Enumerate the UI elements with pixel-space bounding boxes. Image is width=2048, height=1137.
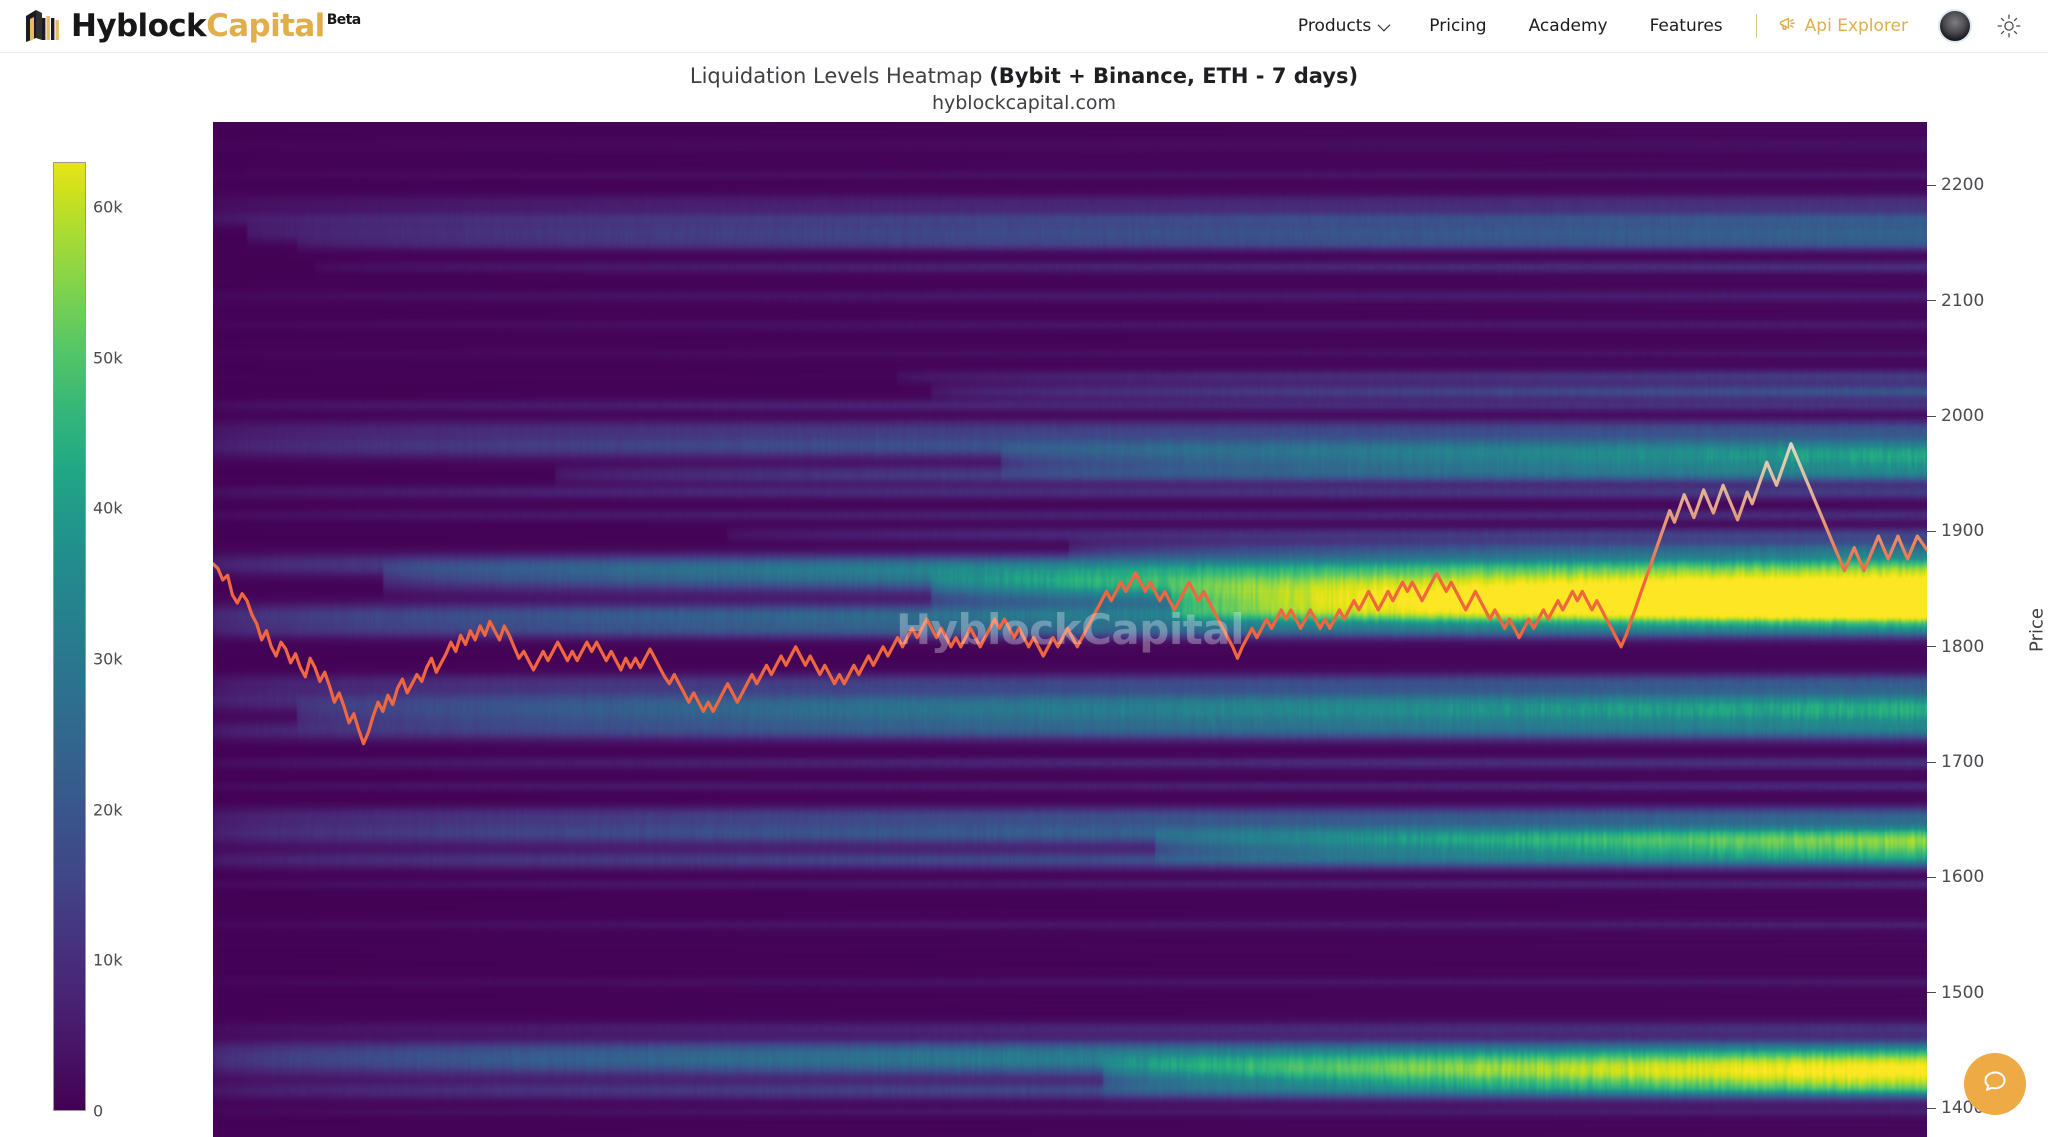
hyblock-logo-icon [22,6,62,46]
nav-link-features-label: Features [1650,0,1723,53]
tick-dash [1927,992,1936,993]
colorbar-tick-20k: 20k [93,800,123,819]
tick-dash [1927,1108,1936,1109]
heatmap-plot-area[interactable]: HyblockCapital [213,122,1927,1137]
colorbar-tick-40k: 40k [93,499,123,518]
api-explorer-label: Api Explorer [1805,16,1908,36]
beta-badge: Beta [327,12,361,28]
tick-dash [1927,300,1936,301]
colorbar-legend: 60k 50k 40k 30k 20k 10k 0 [53,162,183,1137]
nav-links-group: Products Pricing Academy Features Api Ex… [1277,0,2026,53]
tick-dash [1927,646,1936,647]
tick-dash [1927,877,1936,878]
nav-link-academy[interactable]: Academy [1508,0,1629,53]
brand-wordmark: HyblockCapitalBeta [71,6,361,46]
nav-link-academy-label: Academy [1529,0,1608,53]
chevron-down-icon [1378,18,1391,31]
chat-support-button[interactable] [1964,1053,2026,1115]
price-tick-1500: 1500 [1927,983,1984,1003]
price-tick-1600: 1600 [1927,867,1984,887]
chart-title: Liquidation Levels Heatmap (Bybit + Bina… [0,62,2048,90]
chat-bubble-icon [1978,1065,2012,1103]
tick-dash [1927,185,1936,186]
nav-link-products-label: Products [1298,0,1371,53]
brand-name-primary: Hyblock [71,8,206,44]
price-axis-label: Price [2026,608,2047,652]
price-tick-label: 2000 [1941,406,1984,426]
price-tick-1700: 1700 [1927,752,1984,772]
chart-subtitle: hyblockcapital.com [0,90,2048,117]
price-line-chart [213,122,1927,1137]
price-tick-2000: 2000 [1927,406,1984,426]
nav-link-pricing[interactable]: Pricing [1408,0,1507,53]
nav-divider [1756,14,1757,38]
price-line-path [213,444,1927,744]
colorbar-tick-60k: 60k [93,198,123,217]
price-tick-1900: 1900 [1927,521,1984,541]
price-tick-label: 2200 [1941,175,1984,195]
tick-dash [1927,762,1936,763]
tick-dash [1927,416,1936,417]
price-tick-label: 1500 [1941,983,1984,1003]
chart-title-plain: Liquidation Levels Heatmap [690,64,989,88]
price-tick-1800: 1800 [1927,637,1984,657]
price-tick-label: 1900 [1941,521,1984,541]
nav-link-features[interactable]: Features [1629,0,1744,53]
sun-icon[interactable] [1992,9,2026,43]
price-tick-label: 1800 [1941,637,1984,657]
top-navbar: HyblockCapitalBeta Products Pricing Acad… [0,0,2048,53]
price-tick-2200: 2200 [1927,175,1984,195]
colorbar-tick-30k: 30k [93,650,123,669]
brand-name-secondary: Capital [206,8,325,44]
colorbar-tick-50k: 50k [93,348,123,367]
price-tick-label: 1600 [1941,867,1984,887]
tick-dash [1927,531,1936,532]
brand-logo[interactable]: HyblockCapitalBeta [22,0,361,53]
chart-title-bold: (Bybit + Binance, ETH - 7 days) [989,64,1358,88]
colorbar-tick-10k: 10k [93,951,123,970]
price-tick-label: 2100 [1941,291,1984,311]
price-tick-2100: 2100 [1927,291,1984,311]
nav-link-products[interactable]: Products [1277,0,1408,53]
colorbar-tick-0: 0 [93,1102,103,1121]
megaphone-icon [1777,14,1797,39]
chart-page: Liquidation Levels Heatmap (Bybit + Bina… [0,53,2048,1137]
nav-link-pricing-label: Pricing [1429,0,1486,53]
price-tick-label: 1700 [1941,752,1984,772]
avatar[interactable] [1938,9,1972,43]
price-axis: 220021002000190018001700160015001400 Pri… [1927,122,2048,1137]
colorbar-gradient [53,162,86,1111]
api-explorer-link[interactable]: Api Explorer [1769,14,1916,39]
